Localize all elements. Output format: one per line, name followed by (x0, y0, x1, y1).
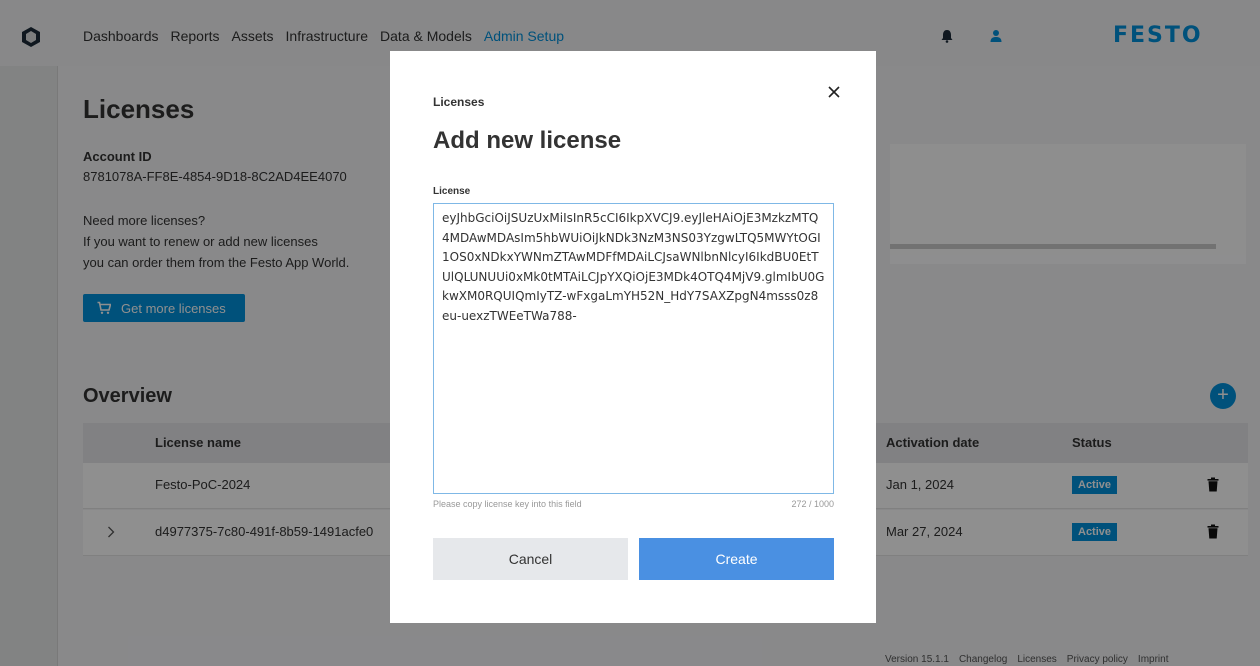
dialog-title: Add new license (433, 127, 622, 154)
license-field-label: License (433, 186, 471, 197)
char-counter: 272 / 1000 (791, 499, 834, 509)
add-license-dialog: Licenses Add new license License Please … (390, 51, 876, 623)
cancel-button[interactable]: Cancel (433, 538, 628, 580)
dialog-kicker: Licenses (433, 95, 485, 109)
license-key-input[interactable] (433, 203, 834, 494)
close-icon[interactable] (827, 85, 841, 99)
license-field-hint: Please copy license key into this field (433, 499, 582, 509)
create-button[interactable]: Create (639, 538, 834, 580)
